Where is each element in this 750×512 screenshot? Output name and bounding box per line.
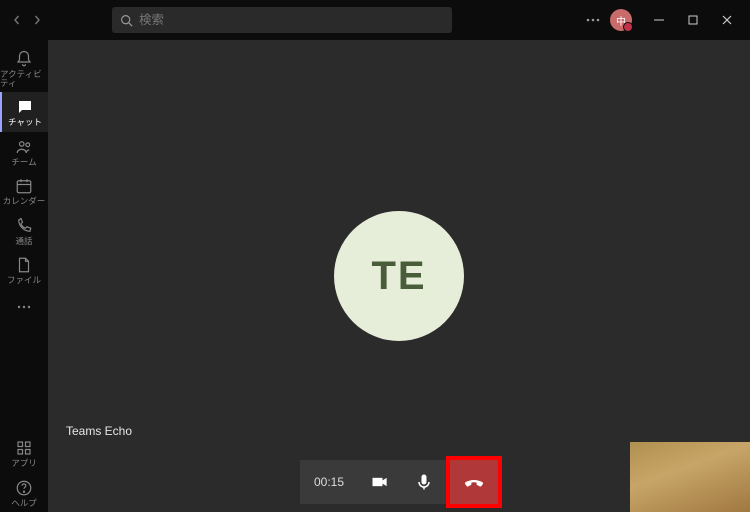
search-icon: [120, 14, 133, 27]
sidebar-more-button[interactable]: [17, 290, 31, 320]
hangup-icon: [462, 470, 486, 494]
minimize-icon: [654, 15, 664, 25]
nav-back-button[interactable]: [8, 11, 26, 29]
camera-icon: [370, 472, 390, 492]
titlebar: 中: [0, 0, 750, 40]
sidebar-item-help[interactable]: ヘルプ: [0, 473, 48, 512]
app-sidebar: アクティビティ チャット チーム カレンダー 通話 ファイル アプリ: [0, 40, 48, 512]
sidebar-item-calls[interactable]: 通話: [0, 211, 48, 251]
sidebar-item-teams[interactable]: チーム: [0, 132, 48, 172]
close-button[interactable]: [710, 5, 744, 35]
bell-icon: [15, 50, 33, 68]
search-input[interactable]: [139, 13, 444, 27]
participant-initials: TE: [371, 254, 426, 299]
microphone-icon: [414, 472, 434, 492]
mic-toggle-button[interactable]: [402, 460, 446, 504]
call-control-bar: 00:15: [300, 460, 498, 504]
participant-name: Teams Echo: [66, 424, 132, 438]
avatar-initial: 中: [616, 13, 626, 28]
sidebar-item-label: カレンダー: [3, 197, 46, 206]
sidebar-item-label: アクティビティ: [0, 70, 48, 87]
hangup-highlight: [446, 456, 502, 508]
call-duration: 00:15: [300, 460, 358, 504]
sidebar-item-label: ヘルプ: [11, 499, 37, 508]
help-icon: [15, 479, 33, 497]
teams-icon: [15, 138, 33, 156]
minimize-button[interactable]: [642, 5, 676, 35]
sidebar-item-files[interactable]: ファイル: [0, 250, 48, 290]
apps-icon: [15, 439, 33, 457]
search-box[interactable]: [112, 7, 452, 33]
self-video-preview[interactable]: [630, 442, 750, 512]
sidebar-item-label: ファイル: [7, 276, 41, 285]
sidebar-item-apps[interactable]: アプリ: [0, 433, 48, 473]
sidebar-item-label: チーム: [11, 158, 36, 167]
close-icon: [722, 15, 732, 25]
nav-forward-button[interactable]: [28, 11, 46, 29]
sidebar-item-label: 通話: [15, 237, 32, 246]
chat-icon: [16, 98, 34, 116]
ellipsis-icon: [586, 18, 600, 22]
hangup-button[interactable]: [450, 460, 498, 504]
file-icon: [15, 256, 33, 274]
sidebar-item-label: チャット: [8, 118, 42, 127]
more-options-button[interactable]: [580, 18, 606, 22]
call-stage: TE Teams Echo 00:15: [48, 40, 750, 512]
maximize-icon: [688, 15, 698, 25]
sidebar-item-label: アプリ: [11, 459, 37, 468]
sidebar-item-activity[interactable]: アクティビティ: [0, 44, 48, 92]
sidebar-item-chat[interactable]: チャット: [0, 92, 48, 132]
participant-avatar: TE: [334, 211, 464, 341]
sidebar-item-calendar[interactable]: カレンダー: [0, 171, 48, 211]
user-avatar[interactable]: 中: [610, 9, 632, 31]
calendar-icon: [15, 177, 33, 195]
maximize-button[interactable]: [676, 5, 710, 35]
ellipsis-icon: [17, 305, 31, 309]
phone-icon: [15, 217, 33, 235]
camera-toggle-button[interactable]: [358, 460, 402, 504]
